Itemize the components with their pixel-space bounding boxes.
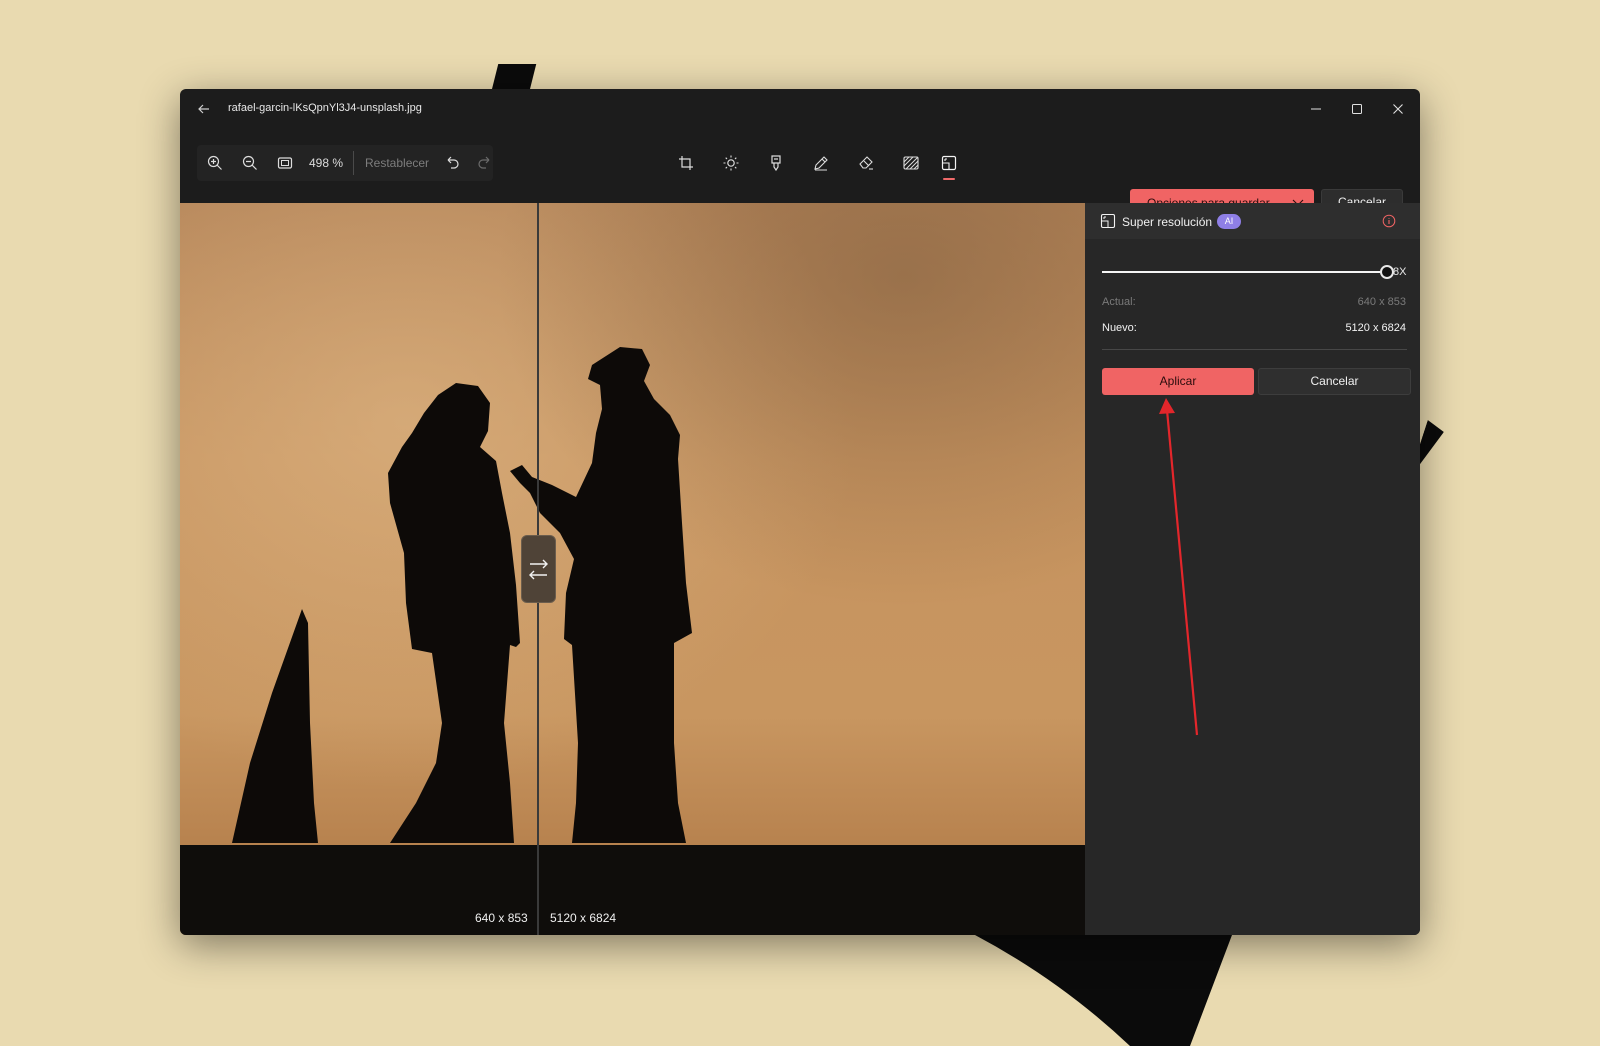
zoom-out-icon[interactable] [241, 154, 259, 172]
zoom-in-icon[interactable] [206, 154, 224, 172]
slider-thumb[interactable] [1380, 265, 1394, 279]
new-value: 5120 x 6824 [1345, 322, 1406, 334]
file-name: rafael-garcin-lKsQpnYl3J4-unsplash.jpg [228, 102, 422, 114]
image-canvas[interactable]: 640 x 853 5120 x 6824 [180, 203, 1085, 935]
minimize-icon[interactable] [1305, 98, 1327, 120]
swap-icon [529, 559, 548, 580]
apply-button[interactable]: Aplicar [1102, 368, 1254, 395]
info-icon[interactable] [1382, 214, 1396, 228]
photo-preview [180, 203, 1085, 935]
panel-header: Super resolución AI [1085, 203, 1420, 239]
markup-icon[interactable] [812, 154, 830, 172]
photos-app-window: rafael-garcin-lKsQpnYl3J4-unsplash.jpg 4… [180, 89, 1420, 935]
brightness-icon[interactable] [722, 154, 740, 172]
erase-icon[interactable] [857, 154, 875, 172]
filter-icon[interactable] [767, 154, 785, 172]
undo-icon[interactable] [443, 154, 461, 172]
original-dimensions-label: 640 x 853 [475, 911, 528, 925]
fit-screen-icon[interactable] [276, 154, 294, 172]
close-icon[interactable] [1387, 98, 1409, 120]
redo-icon[interactable] [476, 154, 494, 172]
ai-badge: AI [1217, 214, 1241, 229]
panel-title: Super resolución [1122, 215, 1213, 229]
panel-divider [1102, 349, 1407, 350]
zoom-level[interactable]: 498 % [309, 156, 343, 170]
title-bar: rafael-garcin-lKsQpnYl3J4-unsplash.jpg [180, 89, 1420, 129]
new-dimensions-label: 5120 x 6824 [550, 911, 617, 925]
comparison-handle[interactable] [521, 535, 556, 603]
scale-value: 8X [1393, 266, 1407, 278]
super-resolution-panel: Super resolución AI 8X Actual: 640 x 853… [1085, 203, 1420, 935]
zoom-controls: 498 % Restablecer [197, 145, 493, 181]
slider-fill [1102, 271, 1387, 273]
editing-toolbar: 498 % Restablecer Cancelar [180, 129, 1420, 216]
super-resolution-icon[interactable] [940, 154, 958, 172]
new-label: Nuevo: [1102, 322, 1137, 334]
super-resolution-icon [1100, 213, 1116, 229]
blur-background-icon[interactable] [902, 154, 920, 172]
panel-cancel-button[interactable]: Cancelar [1258, 368, 1411, 395]
scale-slider[interactable] [1102, 265, 1394, 279]
crop-icon[interactable] [677, 154, 695, 172]
actual-label: Actual: [1102, 296, 1136, 308]
back-arrow-icon[interactable] [194, 99, 214, 119]
reset-button[interactable]: Restablecer [365, 156, 429, 170]
toolbar-divider [353, 151, 354, 175]
maximize-icon[interactable] [1346, 98, 1368, 120]
actual-value: 640 x 853 [1357, 296, 1406, 308]
active-tool-indicator [943, 178, 955, 180]
